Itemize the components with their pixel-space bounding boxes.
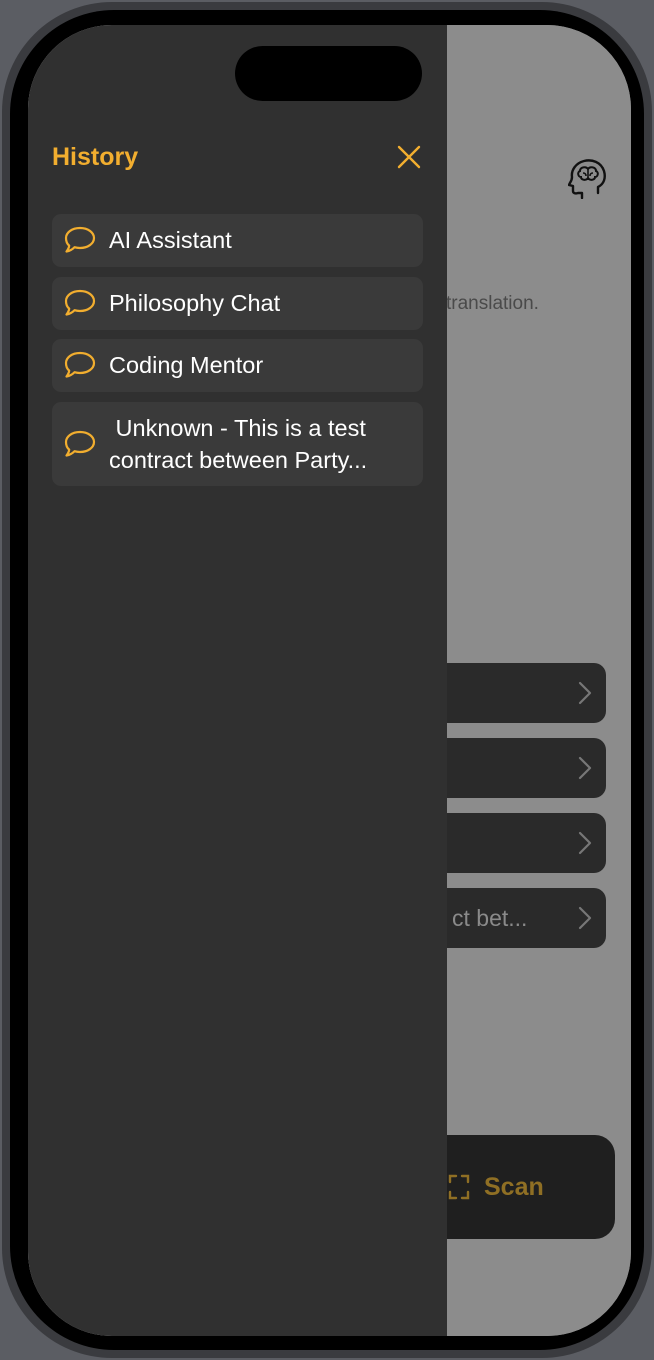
brain-head-icon[interactable] [568, 157, 608, 199]
chevron-right-icon [578, 756, 592, 780]
chat-bubble-icon [64, 351, 96, 378]
history-item[interactable]: AI Assistant [52, 214, 423, 267]
close-icon[interactable] [396, 144, 422, 170]
scan-button[interactable]: Scan [418, 1135, 615, 1239]
history-item-label: Coding Mentor [109, 352, 264, 378]
history-item-label: AI Assistant [109, 227, 232, 253]
history-item-label: Unknown - This is a test contract betwee… [109, 415, 373, 473]
history-item[interactable]: Coding Mentor [52, 339, 423, 392]
scan-icon [448, 1174, 470, 1200]
history-item[interactable]: Unknown - This is a test contract betwee… [52, 402, 423, 486]
dynamic-island [235, 46, 422, 101]
history-item[interactable]: Philosophy Chat [52, 277, 423, 330]
background-list-row[interactable] [428, 663, 606, 723]
background-list-row[interactable] [428, 738, 606, 798]
chevron-right-icon [578, 906, 592, 930]
chat-bubble-icon [64, 430, 96, 457]
background-list-row[interactable]: ct bet... [428, 888, 606, 948]
chevron-right-icon [578, 831, 592, 855]
chat-bubble-icon [64, 226, 96, 253]
background-row-text: ct bet... [452, 904, 528, 931]
scan-button-label: Scan [484, 1172, 544, 1201]
background-list-row[interactable] [428, 813, 606, 873]
screen: translation. ct bet... Scan History AI A… [28, 25, 631, 1336]
history-item-label: Philosophy Chat [109, 290, 281, 316]
chevron-right-icon [578, 681, 592, 705]
chat-bubble-icon [64, 289, 96, 316]
history-drawer: History AI Assistant Philosophy Chat Cod… [28, 25, 447, 1336]
drawer-title: History [52, 143, 139, 171]
background-subtitle: translation. [446, 293, 539, 314]
